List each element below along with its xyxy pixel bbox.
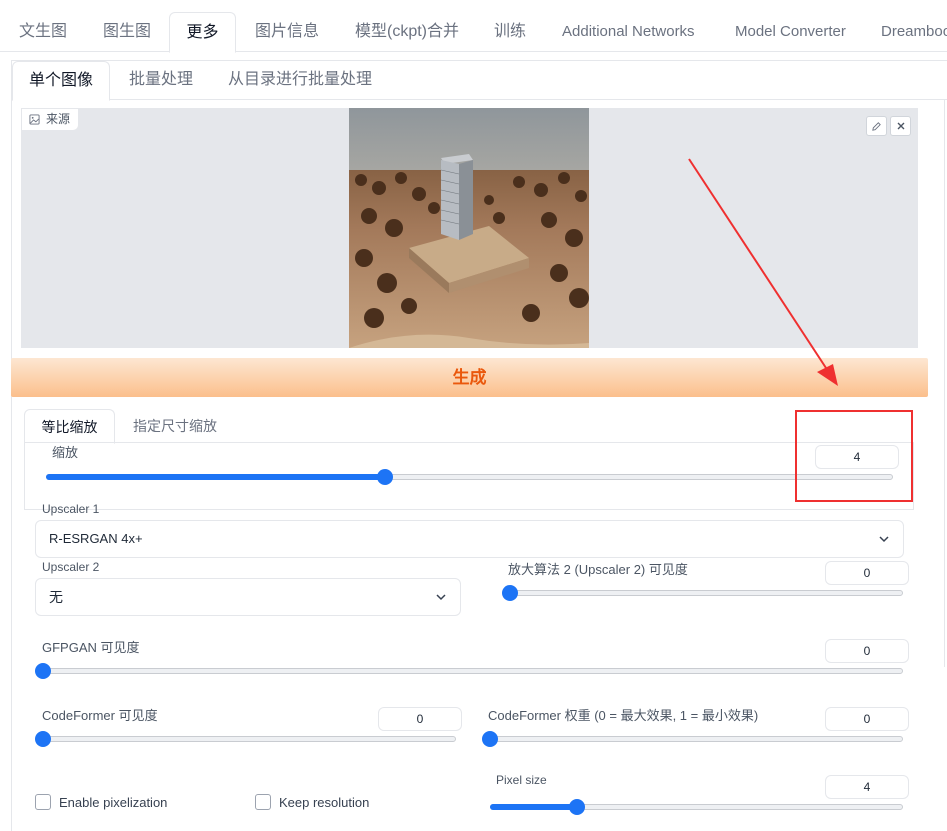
slider-thumb[interactable] [35, 663, 51, 679]
pixel-size-input[interactable]: 4 [825, 775, 909, 799]
tab-dreambooth[interactable]: Dreambooth [881, 12, 947, 52]
upscaler1-label: Upscaler 1 [42, 502, 100, 516]
keep-resolution-checkbox[interactable]: Keep resolution [255, 794, 369, 810]
slider-thumb[interactable] [482, 731, 498, 747]
upscaler2-value: 无 [49, 589, 63, 605]
image-icon [29, 114, 40, 125]
slider-thumb[interactable] [502, 585, 518, 601]
tab-additional-networks[interactable]: Additional Networks [562, 12, 695, 52]
annotation-arrow [688, 158, 838, 386]
close-icon [897, 122, 904, 130]
tab-img2img[interactable]: 图生图 [103, 12, 151, 52]
codeformer-visibility-label: CodeFormer 可见度 [42, 708, 158, 723]
tab-checkpoint-merger[interactable]: 模型(ckpt)合并 [355, 12, 459, 52]
pixel-size-slider[interactable] [490, 799, 903, 815]
upscaler2-visibility-slider[interactable] [502, 585, 903, 601]
upscaler1-value: R-ESRGAN 4x+ [49, 531, 143, 546]
slider-fill [490, 804, 577, 810]
upscaler2-visibility-input[interactable]: 0 [825, 561, 909, 585]
upscaler1-select[interactable]: R-ESRGAN 4x+ [35, 520, 904, 558]
tab-single-image[interactable]: 单个图像 [12, 61, 110, 101]
annotation-highlight-box [795, 410, 913, 502]
image-source-label: 来源 [21, 108, 80, 131]
tab-png-info[interactable]: 图片信息 [255, 12, 319, 52]
upscaler2-visibility-label: 放大算法 2 (Upscaler 2) 可见度 [508, 562, 688, 577]
slider-thumb[interactable] [35, 731, 51, 747]
pencil-icon [872, 121, 881, 131]
tab-model-converter[interactable]: Model Converter [735, 12, 846, 52]
edit-image-button[interactable] [866, 116, 887, 136]
clear-image-button[interactable] [890, 116, 911, 136]
enable-pixelization-checkbox[interactable]: Enable pixelization [35, 794, 167, 810]
scale-slider[interactable] [46, 469, 893, 485]
gfpgan-input[interactable]: 0 [825, 639, 909, 663]
gfpgan-slider[interactable] [35, 663, 903, 679]
enable-pixelization-label: Enable pixelization [59, 794, 168, 810]
uploaded-architecture-model-image [349, 108, 589, 348]
slider-track [502, 590, 903, 596]
slider-track [35, 736, 456, 742]
codeformer-visibility-input[interactable]: 0 [378, 707, 462, 731]
pixel-size-label: Pixel size [496, 773, 547, 787]
tab-txt2img[interactable]: 文生图 [19, 12, 67, 52]
slider-track [482, 736, 903, 742]
chevron-down-icon [436, 594, 446, 601]
scale-label: 缩放 [52, 445, 79, 460]
keep-resolution-label: Keep resolution [279, 794, 370, 810]
tab-batch-process[interactable]: 批量处理 [129, 61, 193, 100]
codeformer-weight-label: CodeFormer 权重 (0 = 最大效果, 1 = 最小效果) [488, 708, 759, 723]
gfpgan-label: GFPGAN 可见度 [42, 640, 140, 655]
chevron-down-icon [879, 536, 889, 543]
checkbox-box[interactable] [35, 794, 51, 810]
tab-scale-by[interactable]: 等比缩放 [24, 409, 115, 444]
slider-fill [46, 474, 385, 480]
slider-thumb[interactable] [376, 469, 393, 485]
checkbox-box[interactable] [255, 794, 271, 810]
codeformer-weight-input[interactable]: 0 [825, 707, 909, 731]
tab-extras[interactable]: 更多 [169, 12, 236, 53]
codeformer-weight-slider[interactable] [482, 731, 903, 747]
upscaler2-select[interactable]: 无 [35, 578, 461, 616]
tab-scale-to[interactable]: 指定尺寸缩放 [133, 409, 217, 443]
tab-batch-from-directory[interactable]: 从目录进行批量处理 [228, 61, 372, 100]
upscaler2-label: Upscaler 2 [42, 560, 100, 574]
slider-thumb[interactable] [568, 799, 585, 815]
tab-train[interactable]: 训练 [494, 12, 526, 52]
slider-track [35, 668, 903, 674]
codeformer-visibility-slider[interactable] [35, 731, 456, 747]
